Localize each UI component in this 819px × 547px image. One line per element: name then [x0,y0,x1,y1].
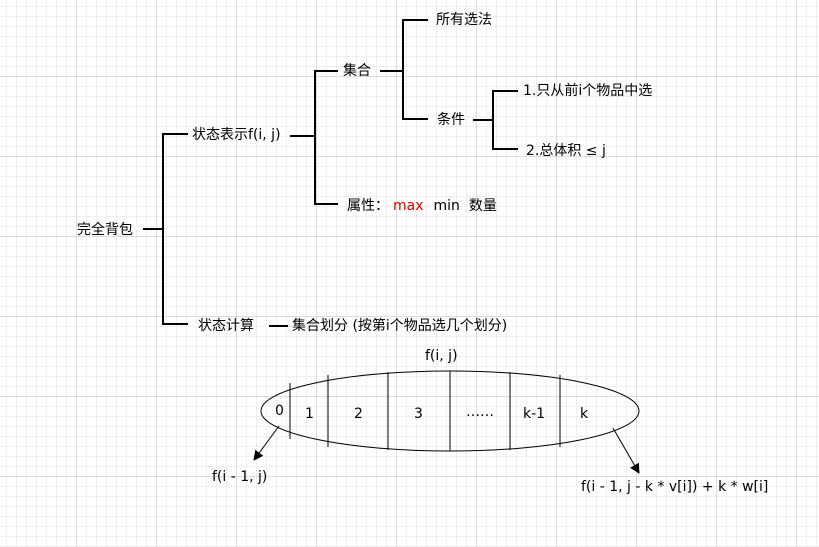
set-label: 集合 [343,63,371,79]
cell-label: 3 [414,406,423,422]
right-arrow [612,427,640,474]
condition-2-label: 2.总体积 ≤ j [526,143,606,159]
root-label: 完全背包 [77,222,133,238]
partition-label: 集合划分 (按第i个物品选几个划分) [292,318,508,334]
diagram-lines [143,19,640,474]
attribute-max: max [393,198,424,214]
ellipse-title: f(i, j) [425,348,458,364]
state-repr-bracket [314,70,338,205]
cell-label: k [580,406,589,422]
cell-label: …… [466,404,494,420]
state-repr-label: 状态表示f(i, j) [192,127,281,143]
condition-1-label: 1.只从前i个物品中选 [523,83,653,99]
left-result-label: f(i - 1, j) [212,469,268,485]
cell-label: 0 [275,403,284,419]
left-arrow [253,425,280,461]
attribute-count: 数量 [468,198,497,214]
attribute-prefix: 属性： [347,198,389,214]
condition-label: 条件 [437,112,465,128]
condition-bracket [492,90,518,150]
cell-label: 2 [354,406,363,422]
all-choices-label: 所有选法 [436,12,492,28]
right-result-label: f(i - 1, j - k * v[i]) + k * w[i] [581,479,769,495]
set-bracket [402,19,428,120]
attribute-min: min [433,198,460,214]
cell-label: k-1 [523,406,546,422]
root-bracket [162,133,188,325]
attribute-line: 属性： max min 数量 [347,198,497,214]
cell-label: 1 [305,406,314,422]
state-calc-label: 状态计算 [198,318,254,334]
